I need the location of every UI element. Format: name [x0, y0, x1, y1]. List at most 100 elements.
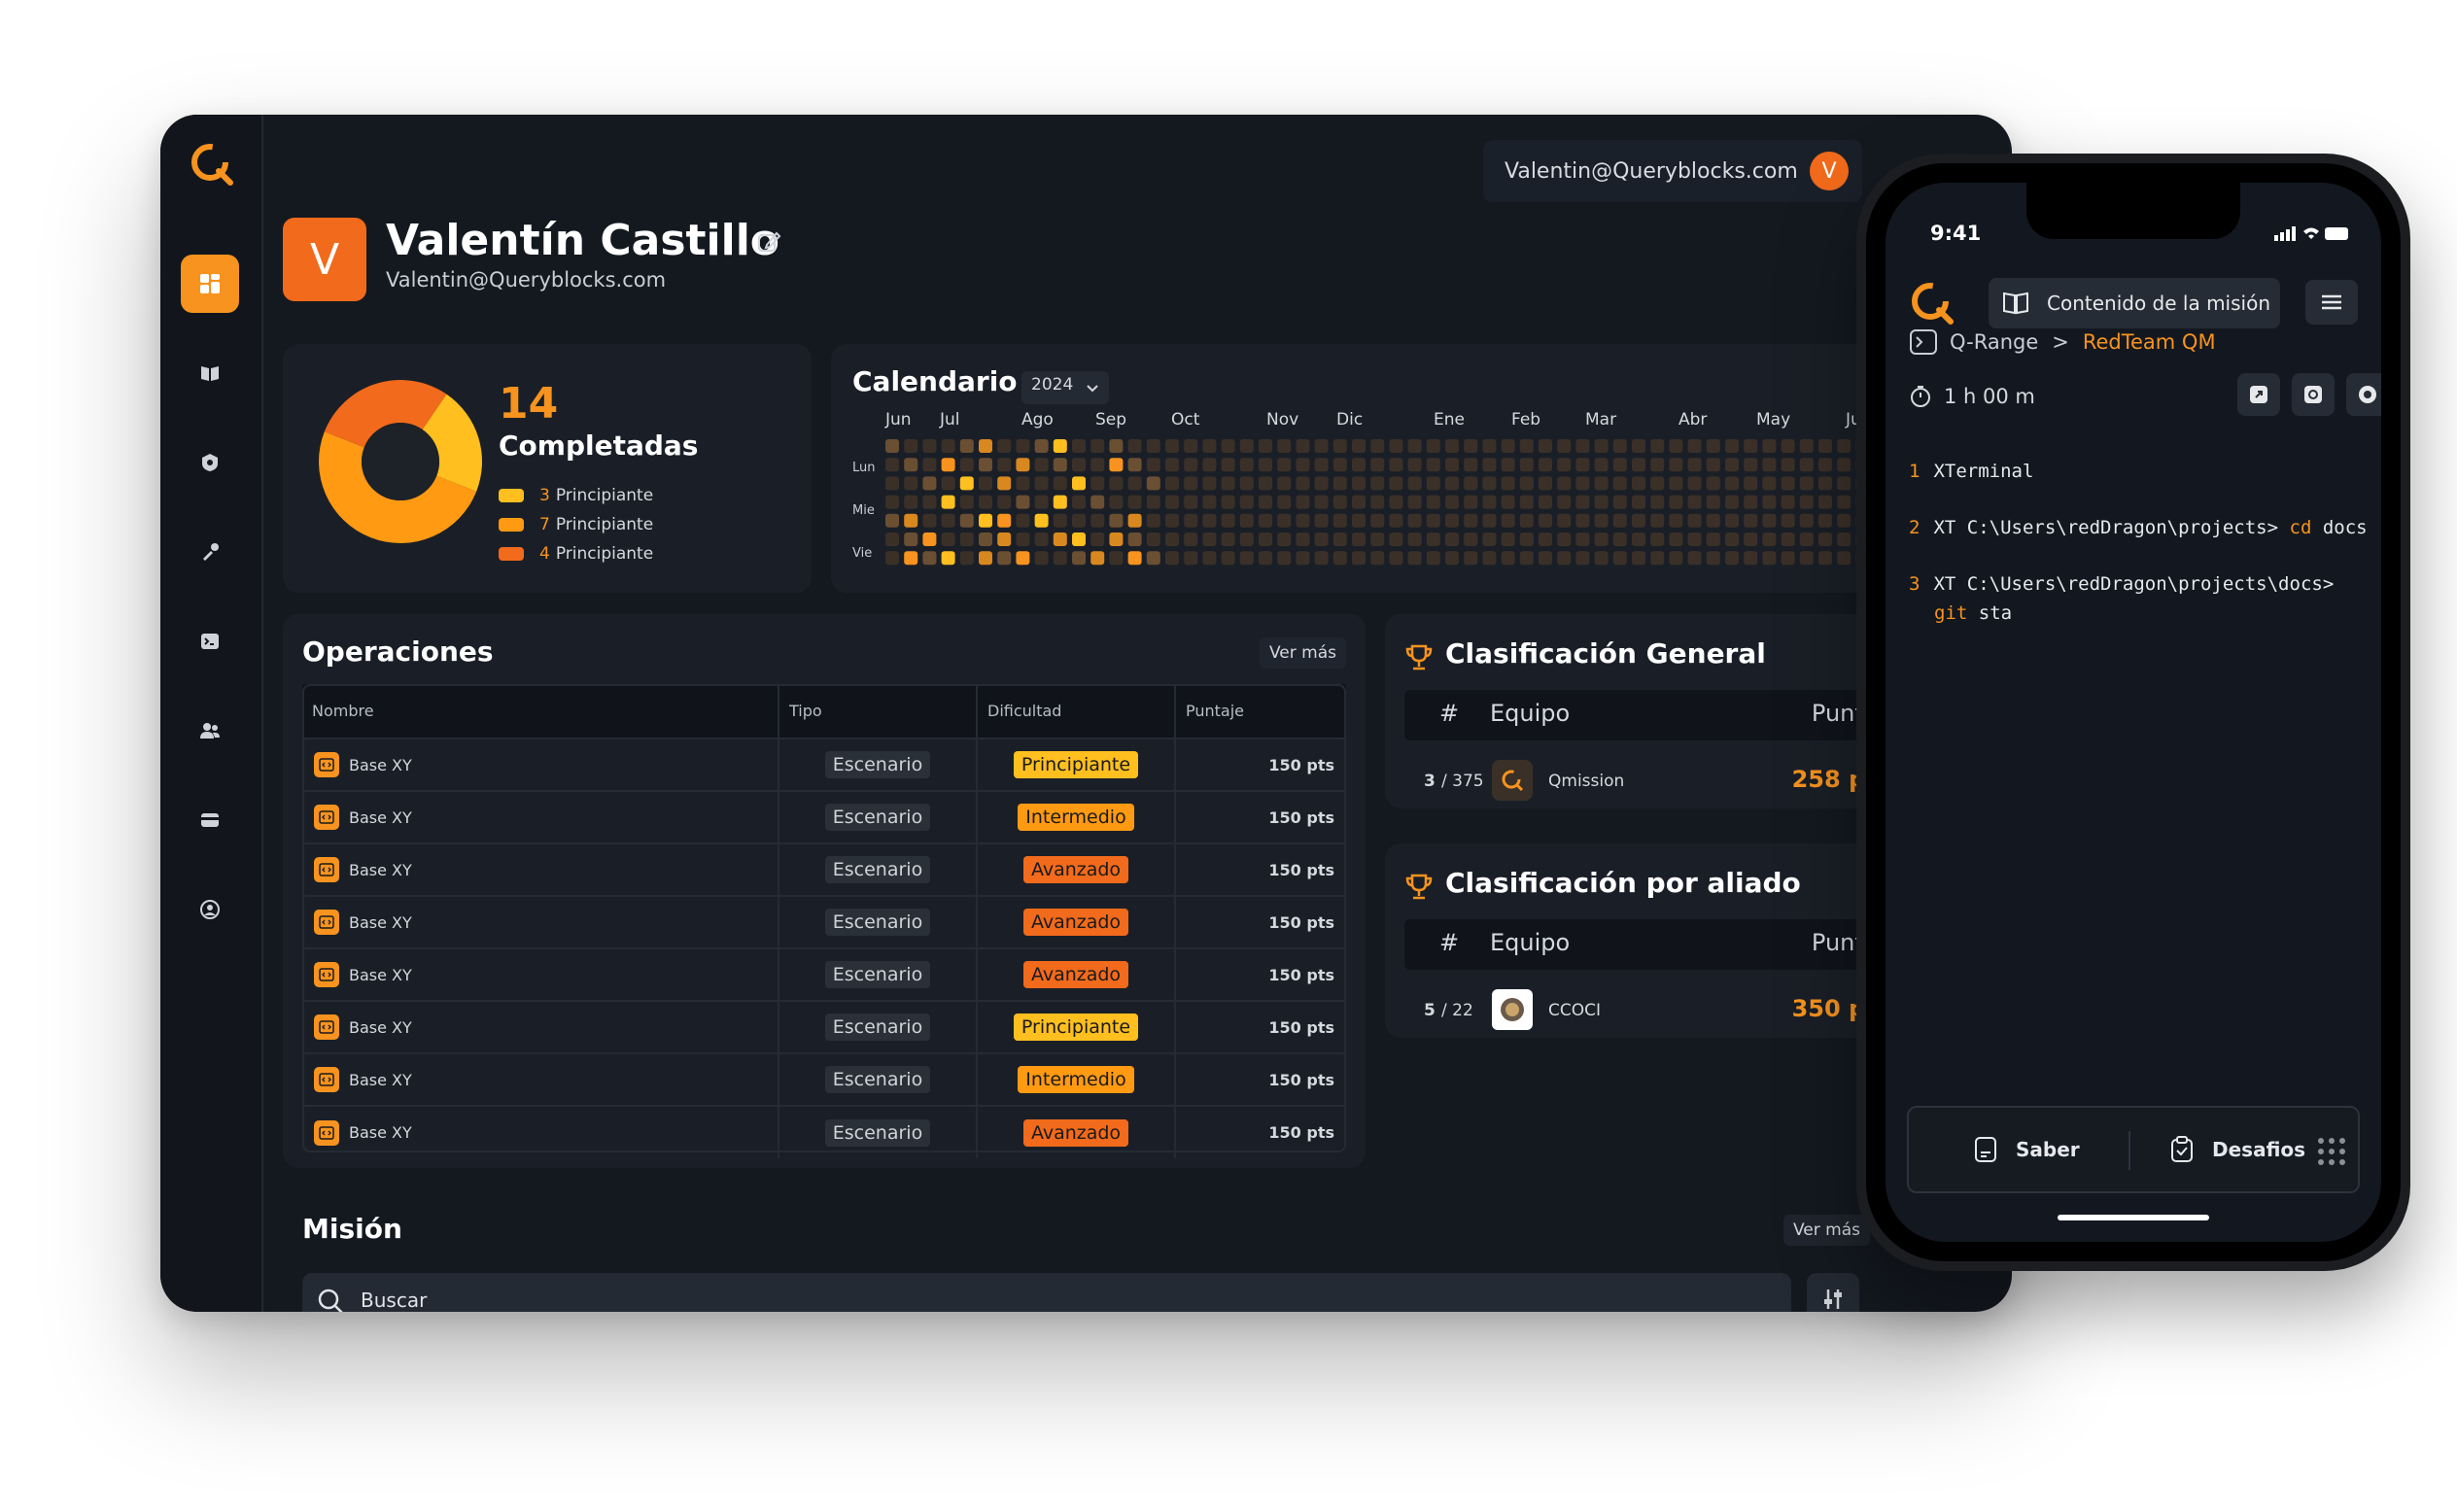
type-badge: Escenario	[824, 1118, 931, 1147]
operations-see-more-button[interactable]: Ver más	[1260, 637, 1346, 669]
heatmap-cell	[1557, 513, 1572, 528]
external-link-icon	[2250, 386, 2267, 403]
heatmap-cell	[1221, 476, 1235, 491]
heatmap-cell	[1575, 495, 1590, 509]
heatmap-cell	[1184, 458, 1198, 472]
heatmap-cell	[1109, 533, 1124, 546]
mission-content-button[interactable]: Contenido de la misión	[1989, 278, 2280, 328]
heatmap-cell	[1501, 551, 1515, 566]
operations-card: Operaciones Ver más Nombre Tipo Dificult…	[283, 614, 1366, 1168]
cell-difficulty: Avanzado	[977, 842, 1176, 896]
heatmap-cell	[1725, 533, 1739, 546]
heatmap-cell	[1426, 476, 1440, 491]
sidebar-item-dashboard[interactable]	[181, 255, 239, 313]
table-row[interactable]: Base XY Escenario Avanzado 150 pts	[302, 842, 1346, 896]
table-row[interactable]: Base XY Escenario Principiante 150 pts	[302, 738, 1346, 791]
heatmap-cell	[1762, 513, 1777, 528]
sidebar-item-users[interactable]	[181, 702, 239, 760]
heatmap-cell	[979, 551, 992, 566]
heatmap-cell	[1445, 495, 1459, 509]
ranking-row[interactable]: 3 / 375 Qmission 258 pts	[1404, 758, 1890, 810]
mission-search[interactable]: Buscar	[302, 1273, 1791, 1312]
sidebar-item-terminal[interactable]	[181, 612, 239, 670]
terminal-text: XTerminal	[1933, 461, 2034, 482]
heatmap-cell	[1165, 458, 1179, 472]
heatmap-cell	[1426, 533, 1440, 546]
heatmap-cell	[1259, 476, 1272, 491]
heatmap-cell	[1725, 495, 1739, 509]
external-link-button[interactable]	[2237, 373, 2280, 416]
table-row[interactable]: Base XY Escenario Intermedio 150 pts	[302, 790, 1346, 843]
account-menu[interactable]: Valentin@Queryblocks.com V	[1483, 140, 1862, 202]
sidebar-item-shield[interactable]	[181, 433, 239, 492]
heatmap-cell	[1519, 476, 1534, 491]
trophy-icon	[1405, 644, 1433, 670]
heatmap-cell	[1632, 476, 1645, 491]
heatmap-cell	[941, 495, 955, 509]
tab-desafios[interactable]: Desafios	[2167, 1135, 2305, 1164]
heatmap-cell	[1687, 458, 1702, 472]
heatmap-cell	[1332, 495, 1347, 509]
ranking-row[interactable]: 5 / 22 CCOCI 350 pts	[1404, 987, 1890, 1040]
heatmap-cell	[1221, 439, 1235, 453]
table-row[interactable]: Base XY Escenario Intermedio 150 pts	[302, 1052, 1346, 1106]
edit-icon[interactable]	[755, 229, 782, 257]
heatmap-cell	[1370, 533, 1385, 546]
column-header: Nombre	[302, 684, 779, 739]
table-row[interactable]: Base XY Escenario Avanzado 150 pts	[302, 895, 1346, 948]
heatmap-cell	[922, 533, 937, 546]
month-label: Mar	[1585, 410, 1617, 430]
heatmap-cell	[1277, 551, 1292, 566]
menu-button[interactable]	[2305, 280, 2358, 325]
heatmap-cell	[1594, 439, 1609, 453]
sidebar-item-billing[interactable]	[181, 791, 239, 849]
table-row[interactable]: Base XY Escenario Principiante 150 pts	[302, 1000, 1346, 1053]
heatmap-cell	[1221, 513, 1235, 528]
heatmap-cell	[1612, 533, 1627, 546]
timer-value: 1 h 00 m	[1944, 385, 2035, 408]
heatmap-cell	[1259, 533, 1272, 546]
cell-type: Escenario	[779, 947, 978, 1001]
table-row[interactable]: Base XY Escenario Avanzado 150 pts	[302, 1105, 1346, 1158]
heatmap-cell	[1781, 495, 1795, 509]
cell-points: 150 pts	[1175, 1000, 1346, 1053]
heatmap-cell	[1781, 458, 1795, 472]
line-number: 2	[1909, 517, 1921, 538]
filter-button[interactable]	[1807, 1273, 1859, 1312]
heatmap-cell	[1557, 476, 1572, 491]
heatmap-cell	[1389, 551, 1403, 566]
cell-difficulty: Avanzado	[977, 947, 1176, 1001]
tablet-app: Valentin@Queryblocks.com V V Valentín Ca…	[160, 115, 2012, 1312]
heatmap-cell	[1464, 439, 1478, 453]
breadcrumb-root[interactable]: Q-Range	[1950, 330, 2038, 354]
cell-type: Escenario	[779, 895, 978, 948]
terminal-output[interactable]: 1 XTerminal 2 XT C:\Users\redDragon\projec…	[1909, 457, 2368, 628]
table-row[interactable]: Base XY Escenario Avanzado 150 pts	[302, 947, 1346, 1001]
heatmap-cell	[1332, 513, 1347, 528]
heatmap-cell	[1669, 439, 1683, 453]
heatmap-cell	[1837, 533, 1851, 546]
apps-grid-icon[interactable]	[2317, 1137, 2346, 1166]
record-button[interactable]	[2346, 373, 2381, 416]
sidebar-item-book[interactable]	[181, 344, 239, 402]
heatmap-cell	[885, 439, 899, 453]
heatmap-cell	[1799, 533, 1814, 546]
difficulty-badge: Avanzado	[1022, 909, 1129, 936]
heatmap-cell	[1744, 551, 1758, 566]
sidebar-item-tools[interactable]	[181, 523, 239, 581]
camera-button[interactable]	[2292, 373, 2335, 416]
sidebar-item-profile[interactable]	[181, 880, 239, 939]
legend-count: 3	[539, 486, 550, 505]
heatmap-cell	[1612, 495, 1627, 509]
mission-see-more-button[interactable]: Ver más	[1783, 1215, 1870, 1246]
heatmap-cell	[1221, 551, 1235, 566]
heatmap-cell	[1519, 533, 1534, 546]
day-label: Lun	[852, 461, 876, 475]
type-badge: Escenario	[824, 961, 931, 988]
year-select[interactable]: 2024	[1021, 371, 1109, 404]
heatmap-cell	[1837, 513, 1851, 528]
legend-count: 4	[539, 544, 550, 564]
tab-saber[interactable]: Saber	[1971, 1135, 2080, 1164]
column-header: Dificultad	[977, 684, 1176, 739]
completed-donut	[319, 380, 482, 543]
